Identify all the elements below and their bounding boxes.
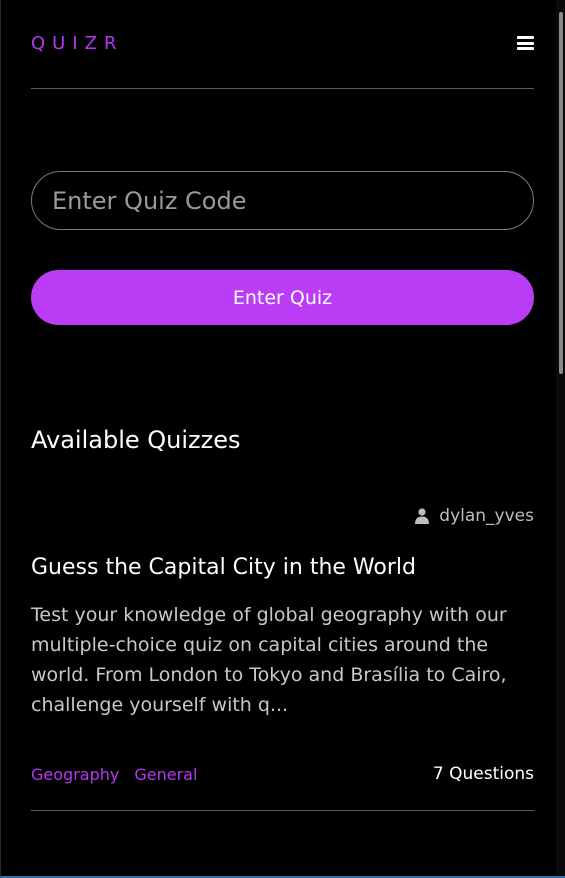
- author-name: dylan_yves: [439, 506, 534, 526]
- logo[interactable]: QUIZR: [31, 33, 124, 54]
- scrollbar[interactable]: [556, 0, 565, 876]
- quiz-title[interactable]: Guess the Capital City in the World: [31, 555, 416, 580]
- quiz-tags: Geography General: [31, 765, 197, 784]
- app-viewport: QUIZR Enter Quiz Available Quizzes dylan…: [0, 0, 565, 878]
- user-icon: [415, 508, 430, 524]
- quiz-card[interactable]: dylan_yves Guess the Capital City in the…: [31, 500, 534, 811]
- header: QUIZR: [31, 0, 534, 89]
- quiz-code-input[interactable]: [31, 171, 534, 230]
- main-content: QUIZR Enter Quiz Available Quizzes dylan…: [31, 0, 534, 811]
- quiz-description: Test your knowledge of global geography …: [31, 604, 507, 716]
- quiz-author[interactable]: dylan_yves: [415, 506, 534, 526]
- hamburger-menu-icon[interactable]: [517, 36, 534, 50]
- tag-general[interactable]: General: [134, 765, 197, 784]
- scrollbar-thumb[interactable]: [559, 12, 563, 374]
- tag-geography[interactable]: Geography: [31, 765, 119, 784]
- section-title: Available Quizzes: [31, 426, 241, 454]
- enter-quiz-button[interactable]: Enter Quiz: [31, 270, 534, 325]
- question-count: 7 Questions: [432, 764, 534, 784]
